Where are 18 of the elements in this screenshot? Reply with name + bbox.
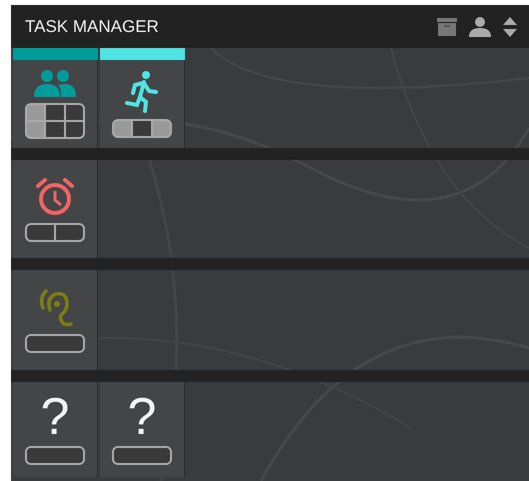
- task-tile[interactable]: [100, 60, 185, 148]
- app-title: TASK MANAGER: [25, 16, 160, 38]
- question-mark: ?: [128, 394, 156, 440]
- task-tile[interactable]: ?: [13, 382, 98, 477]
- person-icon[interactable]: [469, 16, 491, 36]
- task-tile[interactable]: [13, 270, 98, 370]
- slot-indicator: [25, 222, 85, 242]
- slot-indicator: [25, 334, 85, 352]
- slot-indicator: [112, 446, 172, 465]
- task-tile[interactable]: [13, 60, 98, 148]
- question-mark: ?: [40, 394, 70, 440]
- sort-icon[interactable]: [503, 16, 517, 36]
- slot-indicator: [25, 103, 85, 139]
- slot-indicator: [112, 118, 172, 138]
- slot-indicator: [25, 446, 85, 465]
- task-tile[interactable]: [13, 160, 98, 258]
- archive-icon[interactable]: [437, 18, 457, 36]
- task-tile[interactable]: ?: [100, 382, 185, 477]
